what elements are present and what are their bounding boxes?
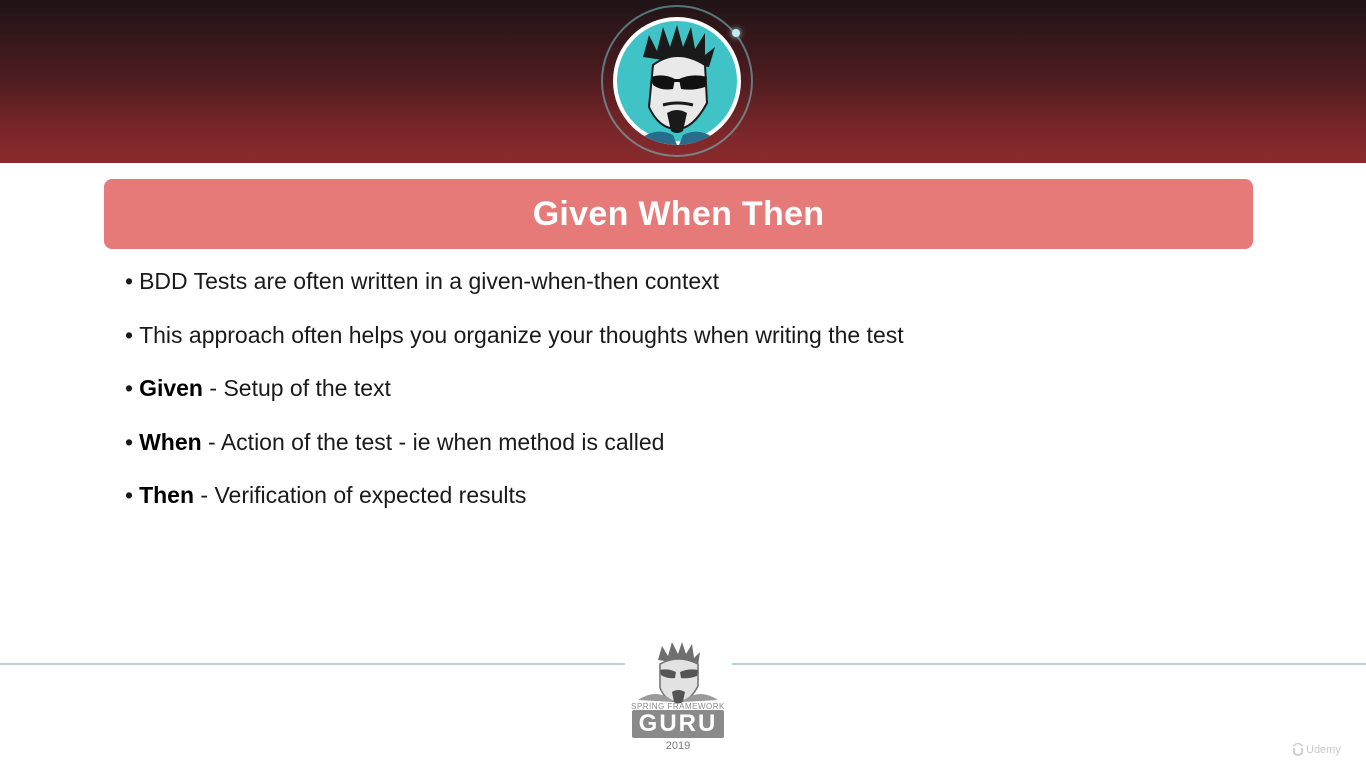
footer-divider-left [0,663,625,665]
bullet-text: Setup of the text [223,375,391,402]
slide-title-bar: Given When Then [104,179,1253,249]
bullet-dot-icon: • [125,428,134,455]
footer-logo-word: GURU [632,710,724,738]
avatar-ring-dot [732,29,740,37]
footer-divider-right [732,663,1366,665]
udemy-watermark: Udemy [1306,744,1341,756]
bullet-list: • BDD Tests are often written in a given-… [125,263,904,531]
bullet-item: • This approach often helps you organize … [125,317,904,371]
bullet-separator: - [202,375,224,402]
bullet-dot-icon: • [125,482,134,509]
bullet-text: Verification of expected results [214,482,527,509]
bullet-dot-icon: • [125,268,134,294]
bullet-text: This approach often helps you organize y… [139,321,904,348]
footer-year: 2019 [665,740,691,752]
bullet-item: • Given - Setup of the text [125,370,904,424]
bullet-text: BDD Tests are often written in a given-w… [139,268,720,294]
guru-avatar-small-icon [638,642,718,704]
bullet-item: • When - Action of the test - ie when met… [125,424,904,478]
bullet-dot-icon: • [125,321,134,348]
bullet-separator: - [201,428,221,455]
bullet-separator: - [194,482,215,509]
udemy-logo-icon [1292,743,1304,756]
bullet-text: Action of the test - ie when method is c… [220,428,665,455]
bullet-item: • Then - Verification of expected results [125,477,904,531]
bullet-keyword: Given [139,375,203,402]
bullet-keyword: Then [139,482,195,509]
slide-title: Given When Then [532,194,825,233]
guru-avatar-icon [613,17,741,145]
bullet-item: • BDD Tests are often written in a given-… [125,263,904,317]
bullet-keyword: When [139,428,202,455]
bullet-dot-icon: • [125,375,134,402]
